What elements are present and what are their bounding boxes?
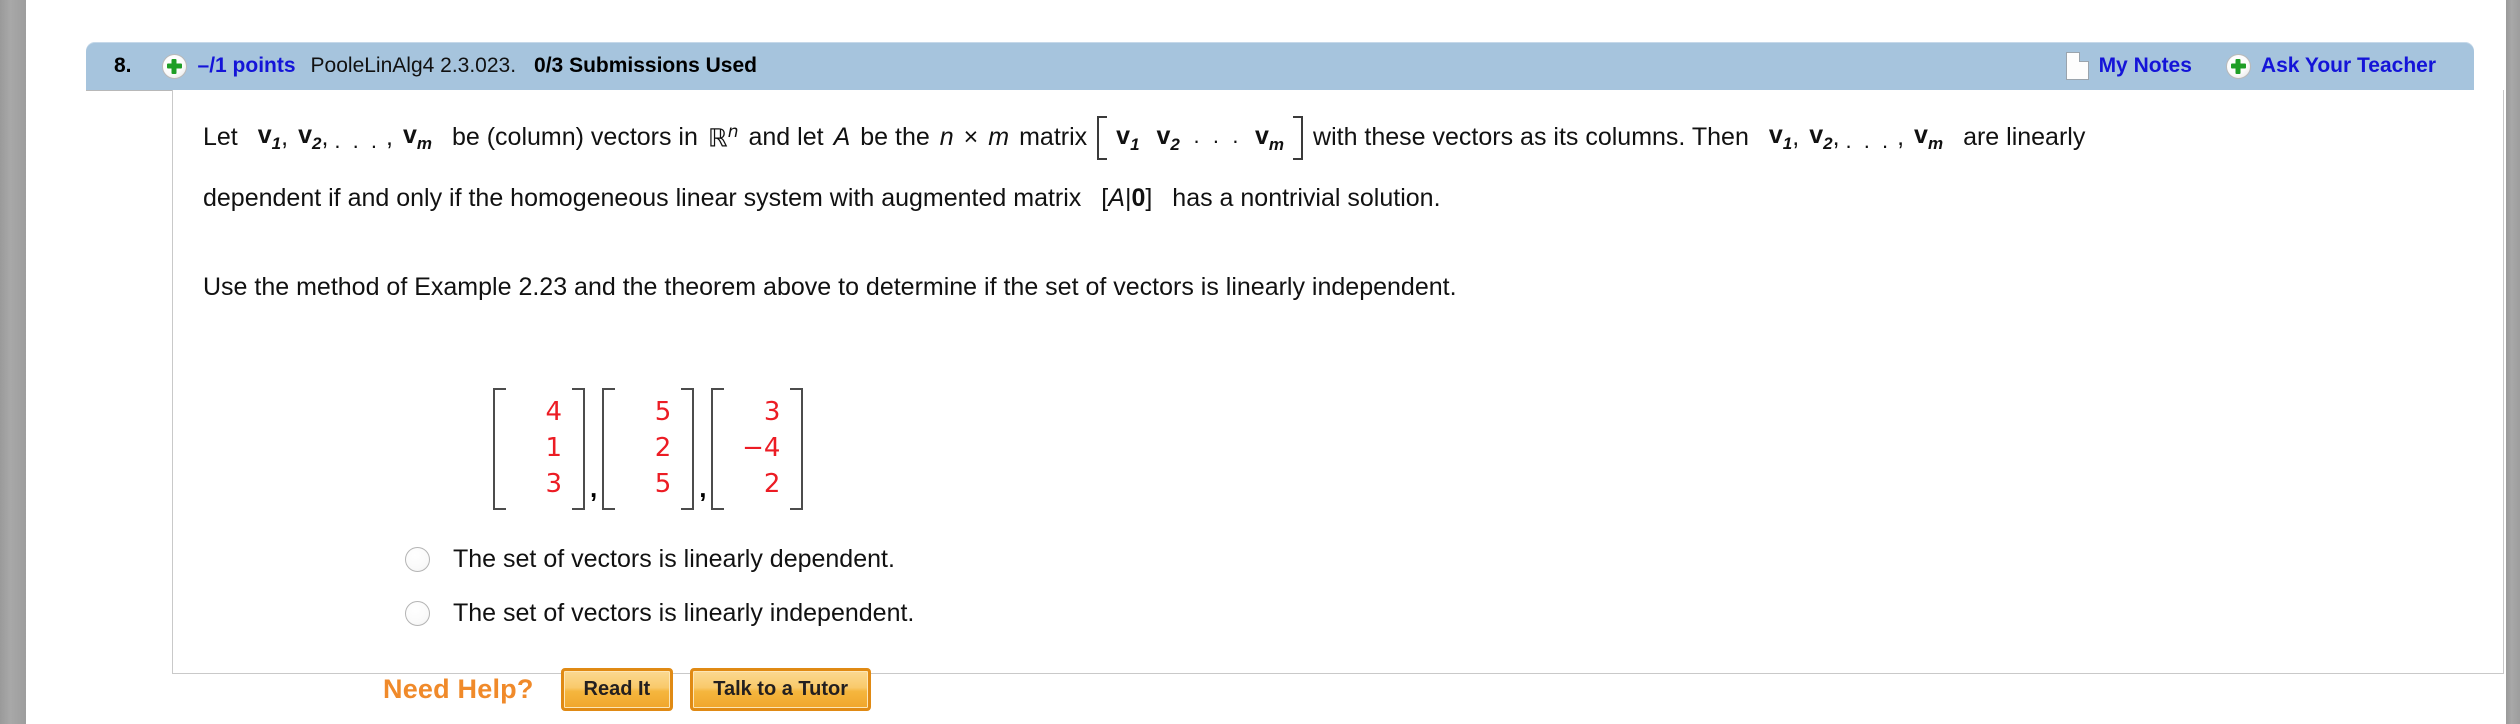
- question-header-bar: 8. –/1 points PooleLinAlg4 2.3.023. 0/3 …: [86, 42, 2474, 90]
- bracket-left: [711, 388, 725, 510]
- inline-column-matrix: v1 v2 · · · vm: [1097, 116, 1304, 160]
- theorem-l1-d: be the: [860, 122, 930, 151]
- bracket-right: [572, 388, 585, 510]
- theorem-statement: Let v1, v2, . . ., vm be (column) vector…: [203, 106, 2463, 318]
- page-root: 8. –/1 points PooleLinAlg4 2.3.023. 0/3 …: [0, 0, 2520, 724]
- vector-2-entry-2: 5: [654, 468, 672, 499]
- assignment-reference: PooleLinAlg4 2.3.023.: [310, 54, 517, 77]
- browser-right-scrollbar[interactable]: [2506, 0, 2520, 724]
- ask-teacher-group: Ask Your Teacher: [2225, 53, 2436, 79]
- my-notes-link[interactable]: My Notes: [2099, 54, 2192, 78]
- question-number: 8.: [114, 54, 132, 77]
- vector-v1-b: v1: [1768, 120, 1793, 153]
- vector-3-entry-0: 3: [763, 397, 781, 427]
- vector-2-entry-0: 5: [654, 397, 672, 427]
- instruction-line: Use the method of Example 2.23 and the t…: [203, 256, 2463, 318]
- vector-separator: ,: [699, 472, 707, 503]
- answer-choices: The set of vectors is linearly dependent…: [405, 532, 914, 640]
- theorem-l1-c: and let: [748, 122, 824, 151]
- plus-circle-icon[interactable]: [161, 53, 187, 79]
- vector-v1: v1: [257, 120, 282, 153]
- vector-vm: vm: [402, 120, 432, 153]
- vector-1-entry-0: 4: [545, 397, 562, 427]
- note-page-icon[interactable]: [2065, 52, 2089, 80]
- ask-your-teacher-link[interactable]: Ask Your Teacher: [2261, 54, 2436, 78]
- read-it-button[interactable]: Read It: [560, 668, 674, 711]
- instruction-text: Use the method of Example 2.23 and the t…: [203, 272, 1457, 301]
- question-header-left: 8. –/1 points PooleLinAlg4 2.3.023. 0/3 …: [114, 53, 757, 79]
- question-body-panel: Let v1, v2, . . ., vm be (column) vector…: [172, 90, 2504, 711]
- theorem-l1-a: Let: [203, 122, 238, 151]
- times-symbol: ×: [963, 122, 979, 151]
- vector-3-entries: 3 −4 2: [724, 388, 790, 510]
- dim-n: n: [939, 122, 954, 151]
- browser-left-edge: [0, 0, 26, 724]
- submissions-used: 0/3 Submissions Used: [534, 54, 757, 77]
- real-field-symbol: ℝn: [707, 121, 739, 153]
- dim-m: m: [988, 122, 1010, 151]
- vector-1: 4 1 3: [493, 388, 585, 510]
- choice-label-independent: The set of vectors is linearly independe…: [453, 598, 915, 627]
- theorem-l1-f: with these vectors as its columns. Then: [1313, 122, 1749, 151]
- need-help-section: Need Help? Read It Talk to a Tutor: [383, 668, 888, 711]
- matrix-A-symbol: A: [833, 122, 851, 151]
- theorem-l2-end: has a nontrivial solution.: [1172, 183, 1441, 212]
- need-help-title: Need Help?: [383, 674, 534, 704]
- comma: ,: [281, 122, 289, 151]
- bracket-left: [493, 388, 506, 510]
- bracket-left: [1097, 116, 1108, 160]
- theorem-line-2: dependent if and only if the homogeneous…: [203, 168, 2463, 228]
- vector-2-entries: 5 2 5: [615, 388, 681, 510]
- choice-label-dependent: The set of vectors is linearly dependent…: [453, 544, 895, 573]
- matrix-cells: v1 v2 · · · vm: [1116, 121, 1285, 154]
- theorem-line-1: Let v1, v2, . . ., vm be (column) vector…: [203, 106, 2463, 168]
- vector-3-entry-1: −4: [742, 432, 781, 463]
- question-header-right: My Notes Ask Your Teacher: [2065, 52, 2458, 80]
- comma: ,: [321, 122, 329, 151]
- bracket-right: [790, 388, 804, 510]
- ellipsis: . . .: [1845, 128, 1892, 153]
- points-value: –/1 points: [197, 54, 296, 77]
- vector-1-entry-2: 3: [545, 468, 562, 499]
- talk-to-a-tutor-button[interactable]: Talk to a Tutor: [690, 668, 872, 711]
- theorem-l1-e: matrix: [1019, 122, 1088, 151]
- vector-vm-b: vm: [1914, 120, 1944, 153]
- augmented-matrix-notation: [A|0]: [1101, 183, 1153, 212]
- vector-2-entry-1: 2: [654, 432, 672, 463]
- vector-3-entry-2: 2: [763, 468, 781, 499]
- vector-v2-b: v2: [1809, 120, 1833, 153]
- vector-1-entry-1: 1: [545, 432, 562, 463]
- vector-2: 5 2 5: [602, 388, 695, 510]
- theorem-l1-b: be (column) vectors in: [451, 122, 698, 151]
- vector-3: 3 −4 2: [711, 388, 804, 510]
- bracket-right: [1293, 116, 1304, 160]
- vector-separator: ,: [590, 472, 598, 503]
- radio-button-independent[interactable]: [405, 600, 430, 626]
- plus-circle-icon[interactable]: [2225, 53, 2251, 79]
- comma: ,: [385, 122, 393, 151]
- theorem-l1-g: are linearly: [1963, 122, 2086, 151]
- vector-v2: v2: [298, 120, 322, 153]
- ellipsis: . . .: [334, 128, 380, 153]
- choice-dependent[interactable]: The set of vectors is linearly dependent…: [405, 532, 914, 586]
- bracket-left: [602, 388, 616, 510]
- bracket-right: [681, 388, 695, 510]
- theorem-l2: dependent if and only if the homogeneous…: [203, 183, 1082, 212]
- vector-set: 4 1 3 , 5 2 5 , 3 −4 2: [493, 388, 804, 510]
- vector-1-entries: 4 1 3: [506, 388, 572, 510]
- radio-button-dependent[interactable]: [405, 546, 430, 572]
- choice-independent[interactable]: The set of vectors is linearly independe…: [405, 586, 914, 640]
